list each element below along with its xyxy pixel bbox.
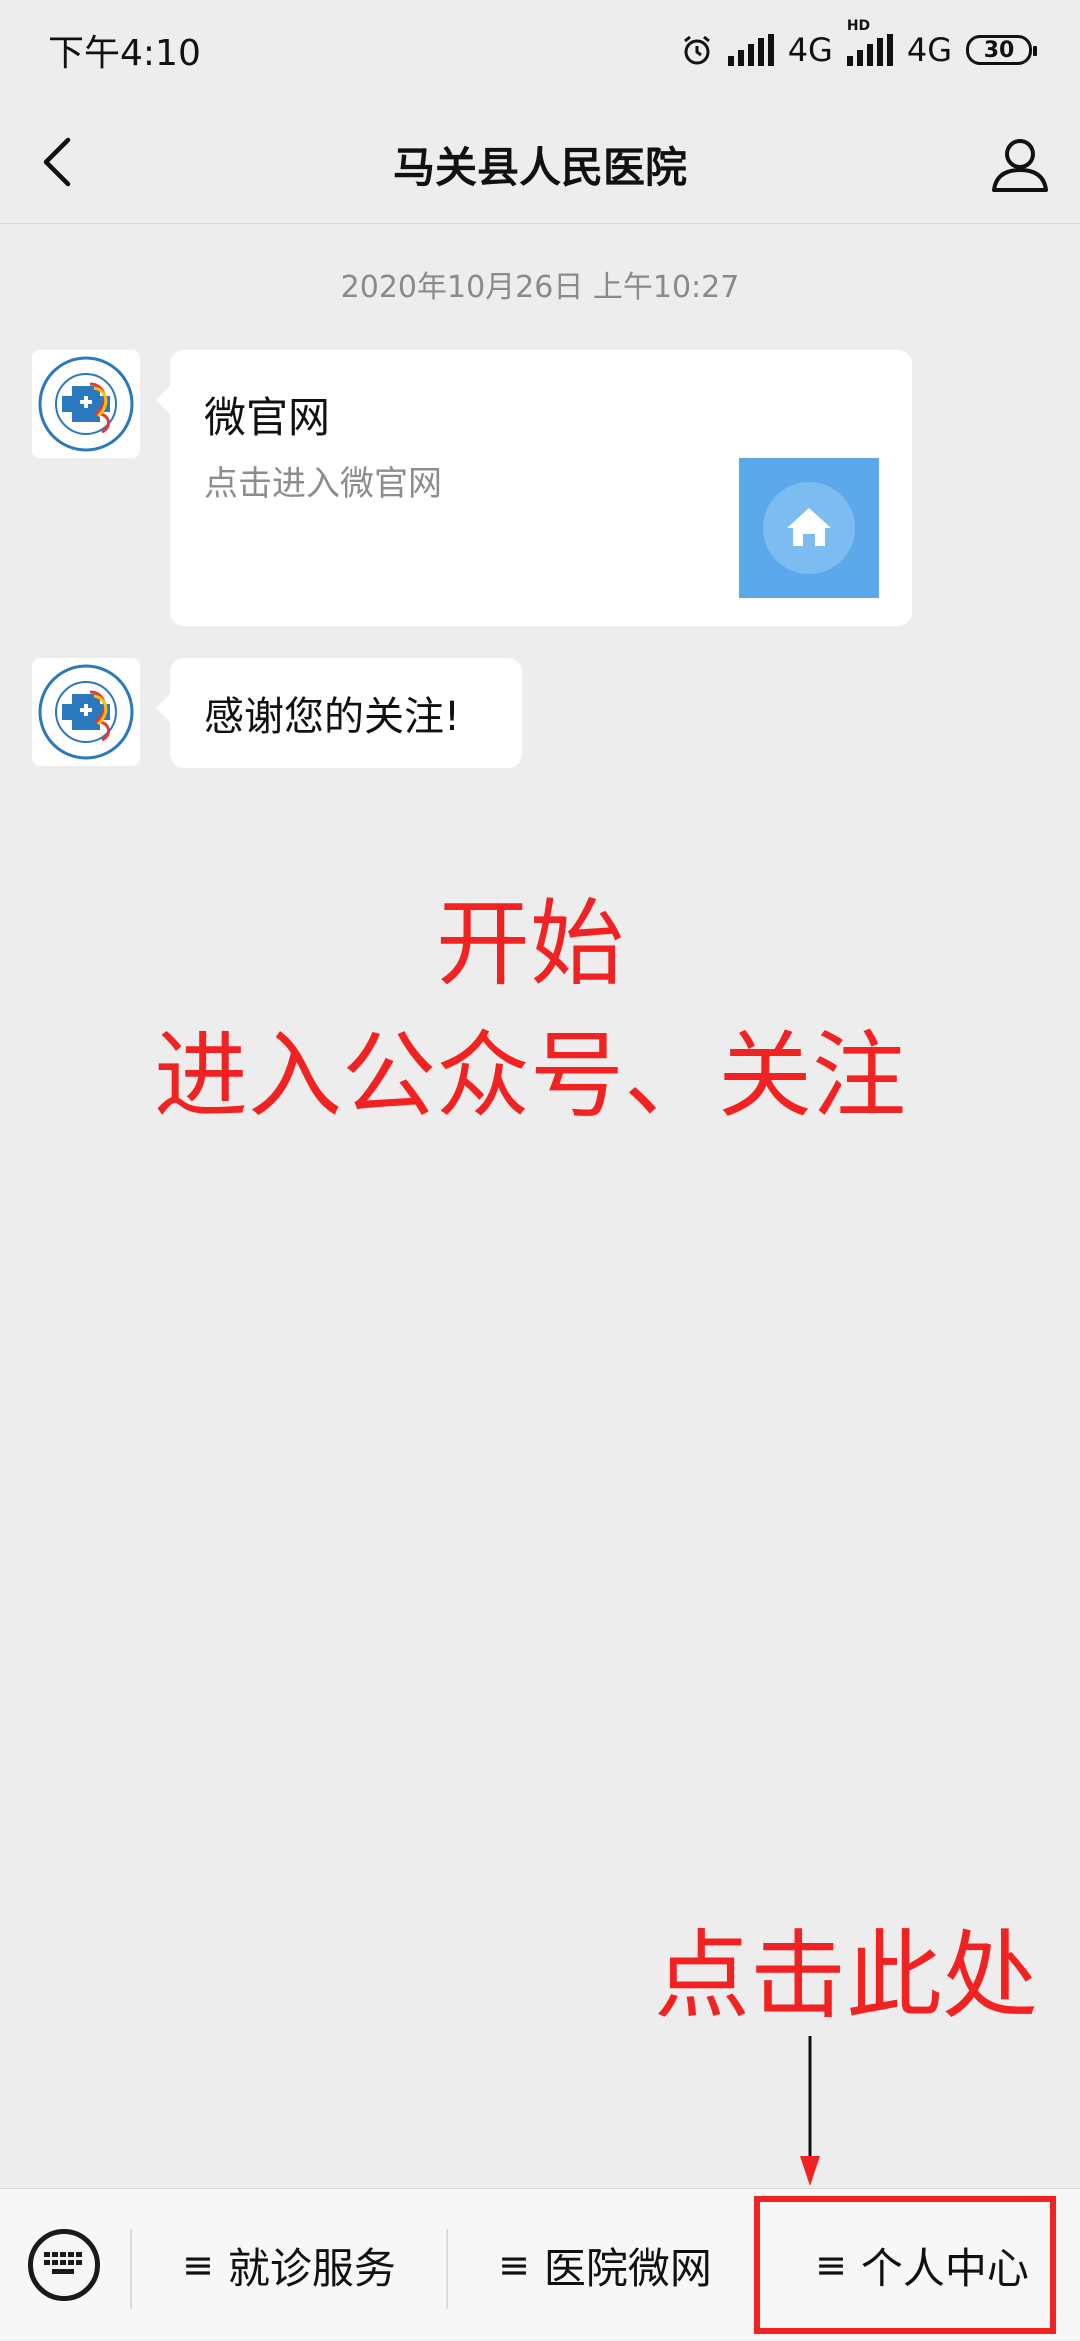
arrow-down-icon bbox=[800, 2036, 820, 2186]
menu-item-label: 医院微网 bbox=[543, 2243, 712, 2293]
status-icons: 4G HD 4G 30 bbox=[680, 18, 1037, 69]
hospital-logo-icon bbox=[38, 356, 134, 452]
nav-bar: 马关县人民医院 bbox=[0, 100, 1080, 224]
alarm-icon bbox=[683, 35, 710, 65]
network-label-2: 4G bbox=[906, 31, 952, 69]
chat-timestamp: 2020年10月26日 上午10:27 bbox=[340, 270, 740, 305]
card-title: 微官网 bbox=[204, 393, 331, 442]
menu-icon: ≡ bbox=[182, 2243, 214, 2287]
annotation-tap-here: 点击此处 bbox=[654, 1920, 1038, 2032]
status-bar: 下午4:10 4G HD 4G 30 bbox=[0, 0, 1080, 100]
battery-icon: 30 bbox=[966, 35, 1037, 65]
avatar[interactable] bbox=[32, 350, 140, 458]
annotation-highlight-box bbox=[754, 2196, 1056, 2334]
home-icon bbox=[763, 482, 855, 574]
menu-item-clinic-services[interactable]: ≡ 就诊服务 bbox=[132, 2189, 446, 2341]
link-card[interactable]: 微官网 点击进入微官网 bbox=[156, 350, 912, 626]
keyboard-toggle-button[interactable] bbox=[28, 2229, 100, 2301]
keyboard-icon bbox=[44, 2252, 82, 2274]
user-icon[interactable] bbox=[986, 130, 1054, 198]
page-title: 马关县人民医院 bbox=[392, 143, 687, 192]
text-message[interactable]: 感谢您的关注! bbox=[156, 658, 522, 768]
status-time: 下午4:10 bbox=[48, 33, 201, 74]
hd-label: HD bbox=[846, 18, 871, 34]
signal-icon bbox=[727, 34, 774, 66]
battery-level: 30 bbox=[983, 37, 1015, 63]
network-label: 4G bbox=[787, 31, 833, 69]
menu-icon: ≡ bbox=[498, 2243, 530, 2287]
card-description: 点击进入微官网 bbox=[204, 464, 442, 504]
menu-item-hospital-site[interactable]: ≡ 医院微网 bbox=[448, 2189, 762, 2341]
card-thumbnail bbox=[739, 458, 879, 598]
hospital-logo-icon bbox=[38, 664, 134, 760]
signal-hd-icon: HD bbox=[846, 18, 893, 66]
menu-item-label: 就诊服务 bbox=[227, 2243, 396, 2293]
avatar[interactable] bbox=[32, 658, 140, 766]
annotation-follow: 进入公众号、关注 bbox=[153, 1022, 906, 1131]
message-text: 感谢您的关注! bbox=[204, 694, 461, 740]
annotation-start: 开始 bbox=[435, 890, 624, 999]
